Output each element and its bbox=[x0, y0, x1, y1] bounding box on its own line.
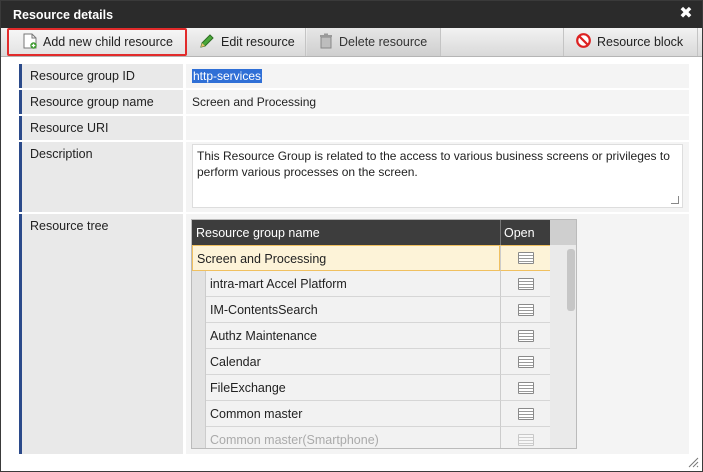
description-cell: This Resource Group is related to the ac… bbox=[186, 142, 689, 212]
description-text: This Resource Group is related to the ac… bbox=[197, 149, 670, 179]
open-row-button[interactable] bbox=[500, 297, 550, 323]
row-resource-group-id: Resource group ID http-services bbox=[19, 64, 689, 88]
open-list-icon bbox=[517, 407, 534, 420]
tree-row-name[interactable]: Common master bbox=[206, 401, 500, 427]
open-row-button[interactable] bbox=[500, 349, 550, 375]
row-resource-group-name: Resource group name Screen and Processin… bbox=[19, 90, 689, 114]
trash-icon bbox=[319, 33, 333, 52]
row-description: Description This Resource Group is relat… bbox=[19, 142, 689, 212]
dialog-title: Resource details bbox=[13, 8, 114, 22]
tree-header: Resource group name Open bbox=[192, 220, 576, 245]
open-row-button[interactable] bbox=[500, 375, 550, 401]
tree-row[interactable]: FileExchange bbox=[192, 375, 550, 401]
tree-row[interactable]: Common master bbox=[192, 401, 550, 427]
tree-indent bbox=[192, 427, 206, 448]
add-child-resource-label: Add new child resource bbox=[43, 35, 173, 49]
title-bar: Resource details ✖ bbox=[1, 1, 702, 28]
delete-resource-button[interactable]: Delete resource bbox=[307, 28, 441, 56]
tree-indent bbox=[192, 349, 206, 375]
edit-resource-label: Edit resource bbox=[221, 35, 295, 49]
description-textarea[interactable]: This Resource Group is related to the ac… bbox=[192, 144, 683, 208]
resource-group-id-value[interactable]: http-services bbox=[192, 69, 263, 83]
open-row-button[interactable] bbox=[500, 245, 550, 271]
resource-group-name-value: Screen and Processing bbox=[186, 90, 689, 114]
tree-indent bbox=[192, 323, 206, 349]
tree-row-name[interactable]: Authz Maintenance bbox=[206, 323, 500, 349]
resource-group-id-label: Resource group ID bbox=[19, 64, 183, 88]
tree-row[interactable]: IM-ContentsSearch bbox=[192, 297, 550, 323]
resource-tree-label: Resource tree bbox=[19, 214, 183, 454]
resource-uri-label: Resource URI bbox=[19, 116, 183, 140]
tree-row-name[interactable]: Calendar bbox=[206, 349, 500, 375]
block-icon bbox=[576, 33, 591, 51]
tree-indent bbox=[192, 297, 206, 323]
tree-row-name[interactable]: intra-mart Accel Platform bbox=[206, 271, 500, 297]
header-scroll-spacer bbox=[550, 220, 576, 245]
open-list-icon bbox=[517, 381, 534, 394]
tree-row[interactable]: Calendar bbox=[192, 349, 550, 375]
resource-details-dialog: Resource details ✖ Add new child resourc… bbox=[0, 0, 703, 472]
tree-row[interactable]: Common master(Smartphone) bbox=[192, 427, 550, 448]
tree-scrollbar[interactable] bbox=[550, 245, 576, 448]
tree-row-name[interactable]: Common master(Smartphone) bbox=[206, 427, 500, 448]
resource-tree-grid: Resource group name Open Screen and Proc… bbox=[191, 219, 577, 449]
tree-row-name[interactable]: IM-ContentsSearch bbox=[206, 297, 500, 323]
open-list-icon bbox=[517, 277, 534, 290]
open-list-icon bbox=[517, 355, 534, 368]
resource-uri-value bbox=[186, 116, 689, 140]
toolbar: Add new child resource Edit resource Del… bbox=[1, 28, 702, 57]
open-row-button[interactable] bbox=[500, 401, 550, 427]
resource-group-name-label: Resource group name bbox=[19, 90, 183, 114]
tree-row[interactable]: intra-mart Accel Platform bbox=[192, 271, 550, 297]
resource-block-button[interactable]: Resource block bbox=[563, 28, 698, 56]
open-row-button[interactable] bbox=[500, 271, 550, 297]
tree-indent bbox=[192, 375, 206, 401]
open-list-icon bbox=[517, 329, 534, 342]
open-list-icon bbox=[517, 433, 534, 446]
resource-block-label: Resource block bbox=[597, 35, 684, 49]
open-row-button[interactable] bbox=[500, 427, 550, 448]
add-child-resource-button[interactable]: Add new child resource bbox=[7, 28, 187, 56]
column-header-name[interactable]: Resource group name bbox=[196, 226, 320, 240]
new-document-icon bbox=[23, 33, 37, 52]
open-list-icon bbox=[517, 252, 534, 264]
row-resource-uri: Resource URI bbox=[19, 116, 689, 140]
close-icon[interactable]: ✖ bbox=[678, 5, 694, 23]
resize-handle-icon[interactable] bbox=[671, 196, 679, 204]
delete-resource-label: Delete resource bbox=[339, 35, 428, 49]
pencil-icon bbox=[199, 33, 215, 52]
tree-row[interactable]: Screen and Processing bbox=[192, 245, 550, 271]
open-row-button[interactable] bbox=[500, 323, 550, 349]
tree-row[interactable]: Authz Maintenance bbox=[192, 323, 550, 349]
tree-indent bbox=[192, 271, 206, 297]
dialog-resize-grip-icon[interactable] bbox=[687, 456, 699, 468]
edit-resource-button[interactable]: Edit resource bbox=[189, 28, 306, 56]
row-resource-tree: Resource tree Resource group name Open S… bbox=[19, 214, 689, 454]
description-label: Description bbox=[19, 142, 183, 212]
resource-group-id-value-cell: http-services bbox=[186, 64, 689, 88]
tree-indent bbox=[192, 401, 206, 427]
column-header-open[interactable]: Open bbox=[500, 220, 550, 245]
scrollbar-thumb[interactable] bbox=[567, 249, 575, 311]
open-list-icon bbox=[517, 303, 534, 316]
tree-row-name[interactable]: FileExchange bbox=[206, 375, 500, 401]
tree-row-name[interactable]: Screen and Processing bbox=[192, 245, 500, 271]
